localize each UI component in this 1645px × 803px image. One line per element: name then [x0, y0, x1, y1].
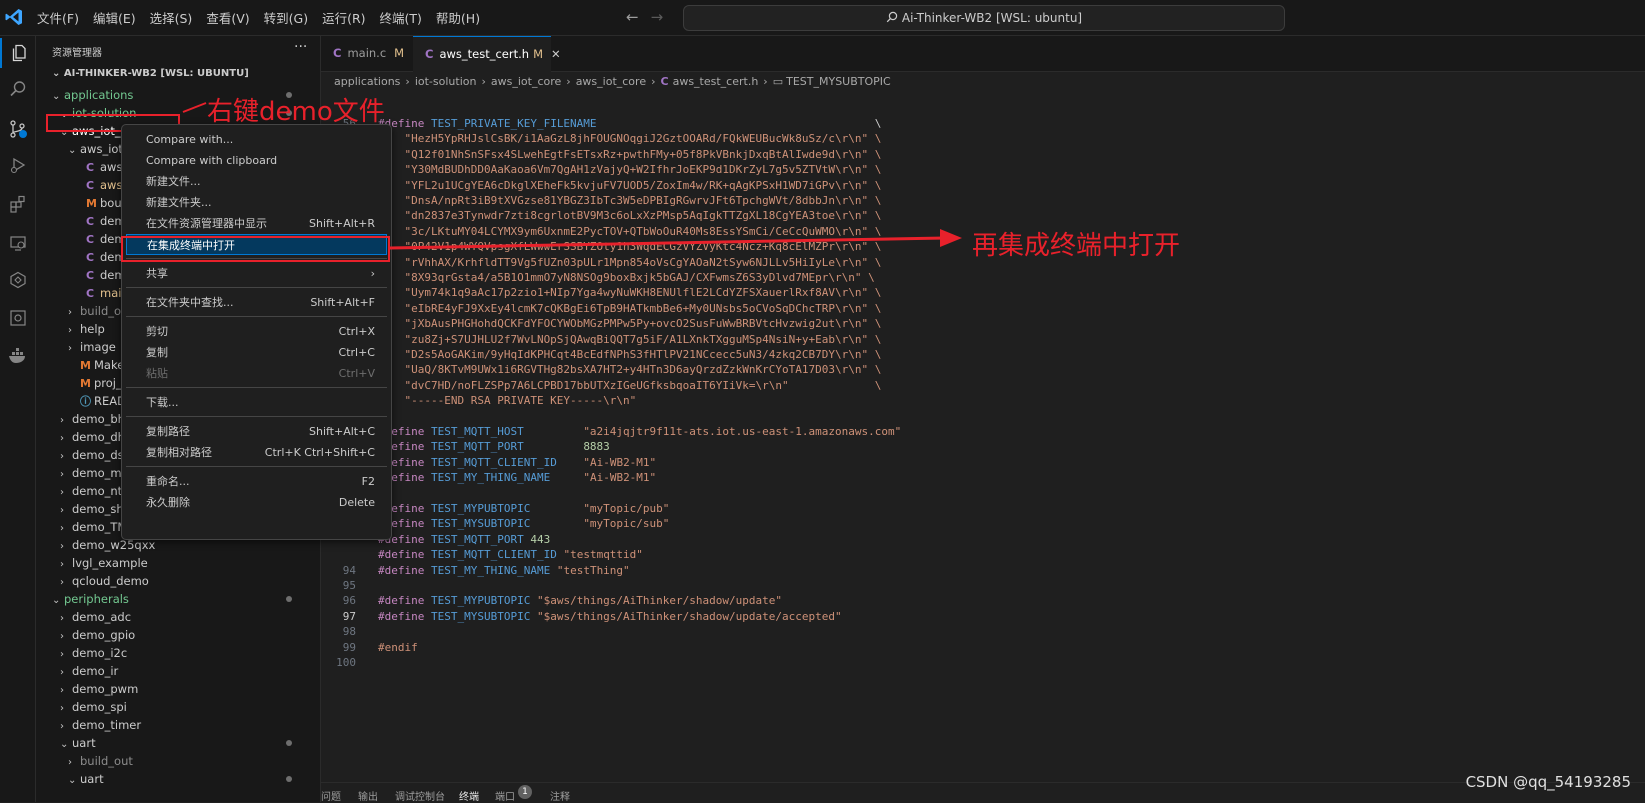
annotation-arrow-line: [389, 236, 946, 250]
csdn-watermark: CSDN @qq_54193285: [1465, 773, 1631, 791]
annotation-arrows: [182, 102, 962, 250]
arrowhead-icon: [940, 229, 962, 247]
annotation-arrow-folder: [182, 102, 207, 113]
